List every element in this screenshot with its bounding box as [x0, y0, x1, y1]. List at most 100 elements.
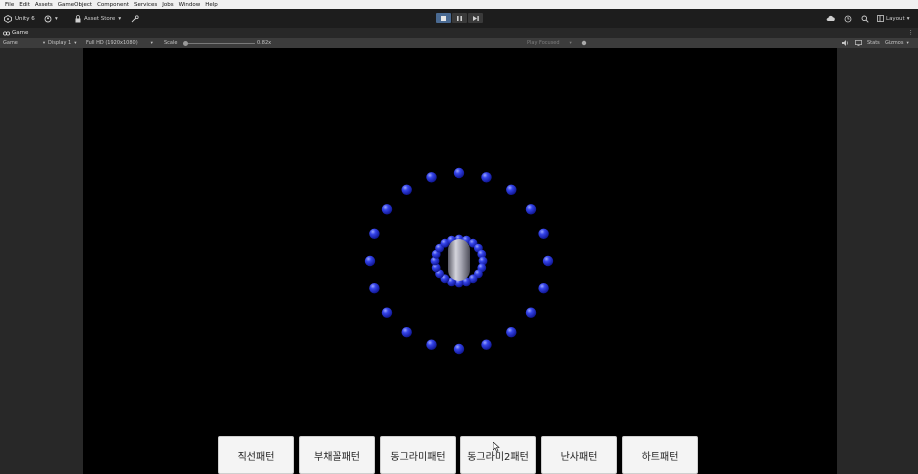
bullet-sphere	[525, 204, 537, 215]
bullet-sphere	[538, 228, 549, 239]
menu-bar: File Edit Assets GameObject Component Se…	[0, 0, 918, 9]
menu-window[interactable]: Window	[179, 2, 201, 8]
bullet-sphere	[381, 307, 393, 318]
layout-icon	[877, 15, 884, 22]
menu-help[interactable]: Help	[205, 2, 218, 8]
bullet-sphere	[525, 307, 537, 318]
scatter-pattern-button[interactable]: 난사패턴	[541, 436, 617, 474]
pause-button[interactable]	[452, 13, 467, 23]
layout-dropdown[interactable]: Layout ▾	[877, 13, 909, 24]
menu-file[interactable]: File	[5, 2, 14, 8]
player-capsule	[448, 239, 470, 281]
history-icon	[844, 15, 852, 23]
game-scene	[364, 167, 554, 355]
bullet-sphere	[369, 228, 380, 239]
scale-slider-handle[interactable]	[182, 41, 188, 46]
heart-pattern-button[interactable]: 하트패턴	[622, 436, 698, 474]
search-tools-button[interactable]	[131, 13, 139, 24]
lock-icon	[75, 14, 81, 23]
bullet-sphere	[381, 204, 393, 215]
menu-edit[interactable]: Edit	[19, 2, 30, 8]
bullet-sphere	[426, 172, 437, 183]
game-view-controlbar: Game ▾ Display 1 ▾ Full HD (1920x1080) ▾…	[0, 38, 918, 48]
asset-store-label: Asset Store	[84, 15, 116, 22]
resolution-caret-icon: ▾	[150, 40, 153, 46]
bullet-sphere	[481, 172, 492, 183]
gizmos-label: Gizmos	[885, 40, 904, 46]
stats-button[interactable]: Stats	[867, 39, 880, 47]
stop-icon	[441, 15, 446, 21]
search-icon	[861, 15, 869, 23]
play-focused-dropdown[interactable]: Play Focused ▾	[527, 39, 572, 47]
step-icon	[472, 15, 479, 21]
bullet-sphere	[453, 167, 465, 179]
monitor-icon	[855, 40, 862, 46]
stats-overlay-button[interactable]	[855, 39, 862, 47]
bullet-sphere	[426, 339, 437, 350]
more-vertical-icon: ⋮	[908, 30, 914, 36]
scale-value: 0.82x	[257, 40, 272, 46]
bullet-sphere	[401, 184, 412, 195]
play-button[interactable]	[436, 13, 451, 23]
bullet-sphere	[364, 255, 376, 267]
asset-store-button[interactable]: Asset Store ▾	[75, 13, 121, 24]
collab-dropdown-icon: ▾	[55, 15, 58, 22]
account-button[interactable]: Unity 6	[4, 13, 35, 24]
bug-icon	[581, 40, 587, 46]
game-controller-icon	[3, 31, 10, 36]
frame-debugger-button[interactable]	[581, 39, 587, 47]
undo-history-button[interactable]	[844, 13, 852, 24]
game-tab-row: Game ⋮	[0, 28, 918, 38]
layout-label: Layout	[886, 15, 905, 22]
letterbox-right	[837, 48, 918, 474]
menu-services[interactable]: Services	[134, 2, 157, 8]
speaker-icon	[842, 40, 849, 46]
pause-icon	[457, 15, 462, 21]
bullet-sphere	[542, 255, 554, 267]
step-button[interactable]	[468, 13, 483, 23]
account-label: Unity 6	[15, 15, 35, 22]
resolution-label: Full HD (1920x1080)	[86, 40, 138, 46]
tools-icon	[131, 14, 139, 23]
mouse-cursor	[492, 441, 500, 454]
game-viewport[interactable]: 직선패턴 부채꼴패턴 동그라미패턴 동그라미2패턴 난사패턴 하트패턴	[83, 48, 837, 474]
play-focused-label: Play Focused	[527, 40, 560, 46]
display-caret-icon: ▾	[74, 40, 77, 46]
collab-cloud-icon	[44, 15, 52, 23]
display-dropdown[interactable]: Display 1 ▾	[48, 39, 76, 47]
search-button[interactable]	[861, 13, 869, 24]
tab-options-button[interactable]: ⋮	[908, 29, 914, 37]
mute-audio-button[interactable]	[842, 39, 849, 47]
scale-label: Scale	[164, 40, 178, 46]
menu-component[interactable]: Component	[97, 2, 129, 8]
menu-assets[interactable]: Assets	[35, 2, 53, 8]
tab-game[interactable]: Game	[3, 29, 28, 37]
main-toolbar: Unity 6 ▾ Asset Store ▾ Layout ▾	[0, 9, 918, 28]
menu-jobs[interactable]: Jobs	[162, 2, 173, 8]
bullet-sphere	[506, 184, 517, 195]
display-label: Display 1	[48, 40, 72, 46]
play-focused-caret-icon: ▾	[569, 40, 572, 46]
fan-pattern-button[interactable]: 부채꼴패턴	[299, 436, 375, 474]
collab-button[interactable]: ▾	[44, 13, 58, 24]
unity-logo-icon	[4, 14, 12, 23]
circle-pattern-button[interactable]: 동그라미패턴	[380, 436, 456, 474]
straight-pattern-button[interactable]: 직선패턴	[218, 436, 294, 474]
play-controls	[436, 13, 484, 23]
menu-gameobject[interactable]: GameObject	[58, 2, 92, 8]
layout-dropdown-icon: ▾	[906, 15, 910, 22]
resolution-dropdown[interactable]: Full HD (1920x1080) ▾	[86, 39, 153, 47]
bullet-sphere	[506, 327, 517, 338]
cloud-button[interactable]	[826, 13, 835, 24]
letterbox-left	[0, 48, 83, 474]
cloud-icon	[826, 15, 835, 22]
view-mode-dropdown[interactable]: Game ▾	[3, 39, 45, 47]
bullet-sphere	[453, 343, 465, 355]
gizmos-dropdown[interactable]: Gizmos ▾	[885, 39, 909, 47]
bullet-sphere	[481, 339, 492, 350]
asset-store-dropdown-icon: ▾	[118, 15, 122, 22]
view-mode-caret-icon: ▾	[42, 40, 46, 46]
bullet-sphere	[538, 283, 549, 294]
scale-slider-track[interactable]	[183, 43, 255, 44]
tab-game-label: Game	[12, 30, 29, 36]
